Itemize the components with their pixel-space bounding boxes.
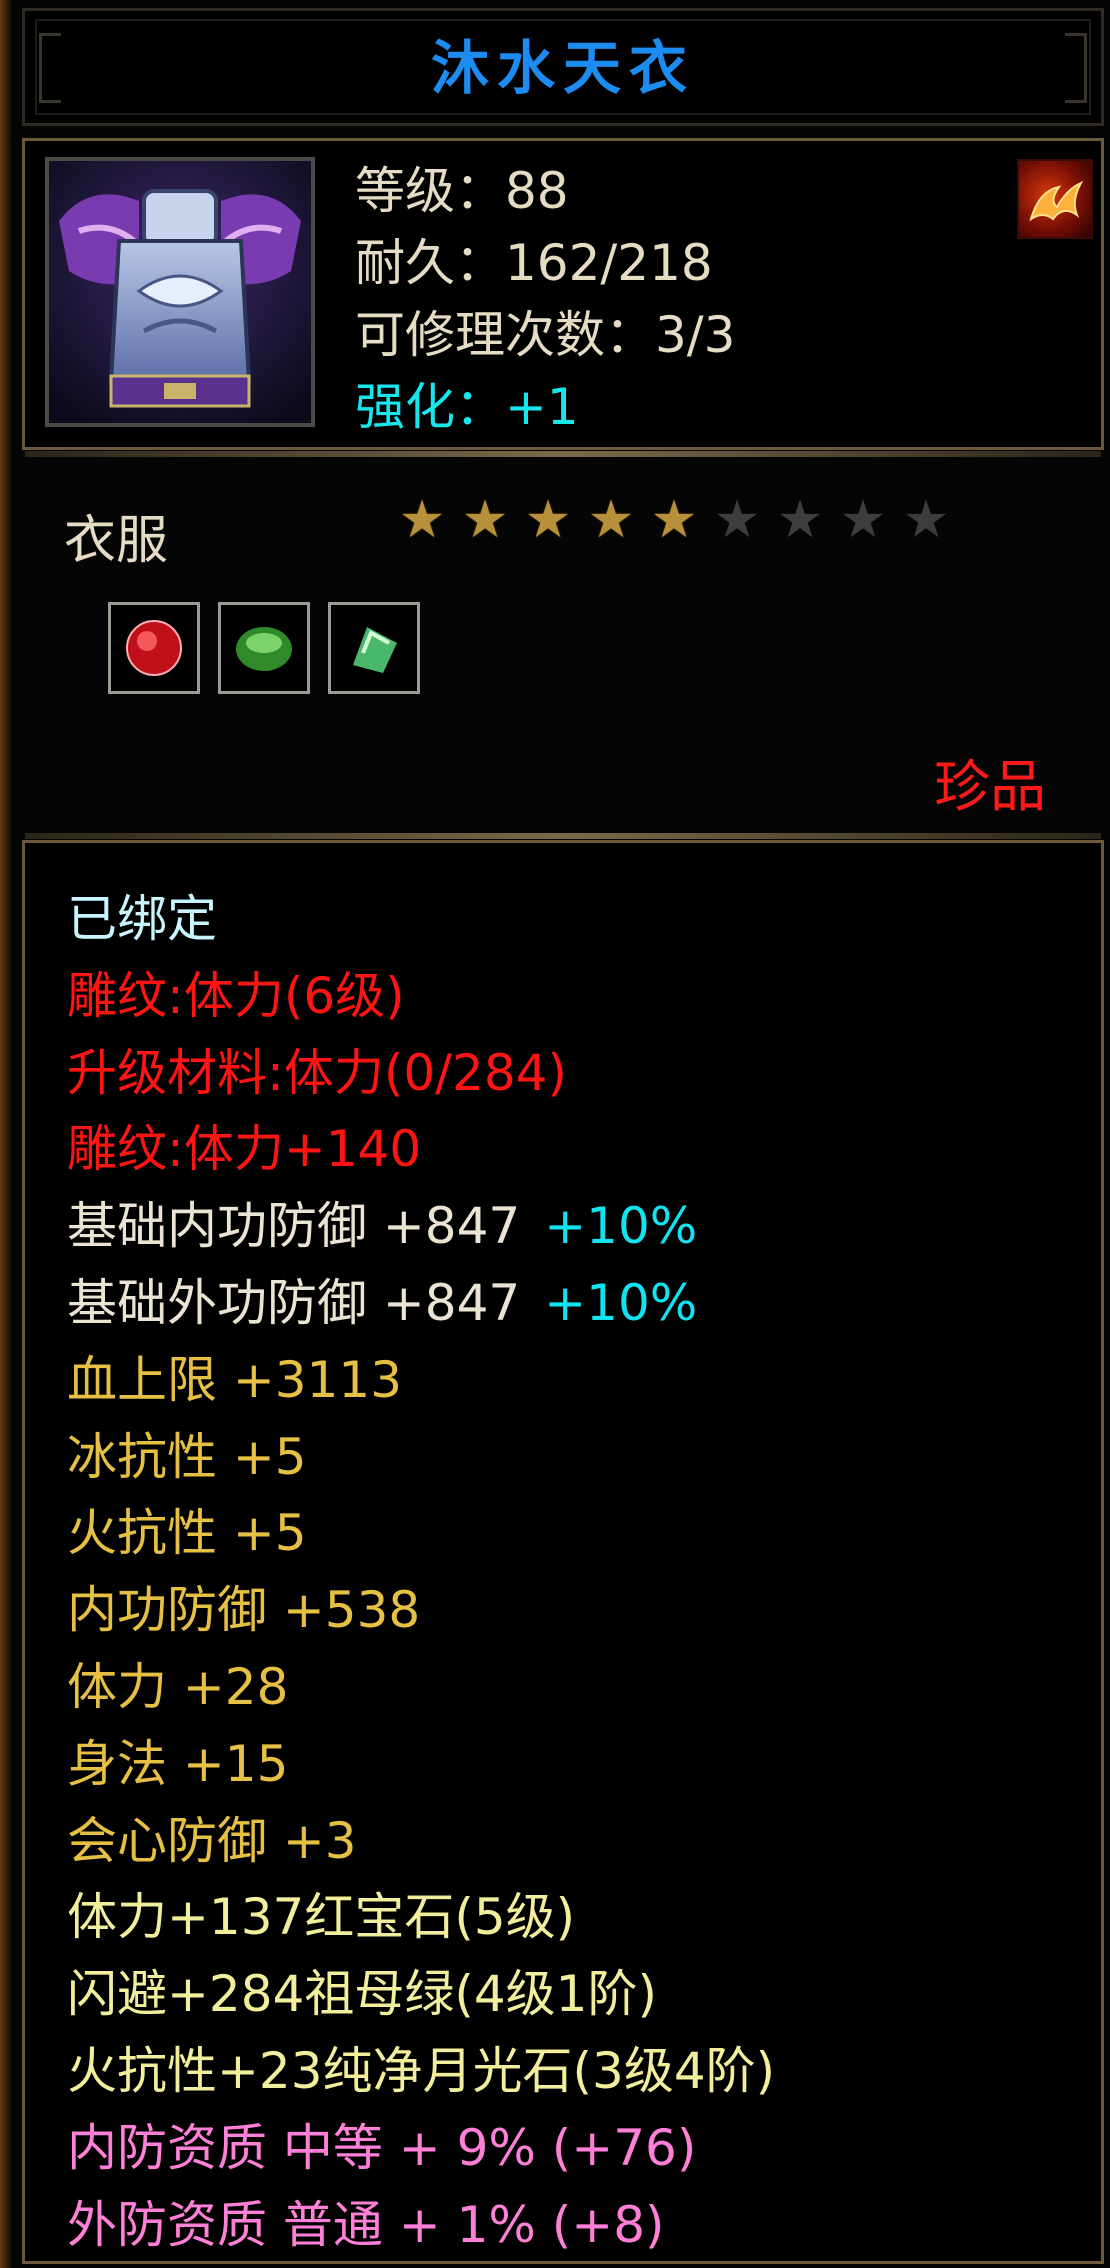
star-filled-icon: ★	[461, 490, 509, 550]
header-panel: 等级：88 耐久：162/218 可修理次数：3/3 强化：+1	[22, 138, 1104, 457]
attributes-panel: 已绑定 雕纹:体力(6级) 升级材料:体力(0/284) 雕纹:体力+140 基…	[22, 833, 1104, 2264]
star-empty-icon: ★	[839, 490, 887, 550]
upgrade-material-line: 升级材料:体力(0/284)	[67, 1043, 567, 1102]
bound-status: 已绑定	[67, 890, 217, 948]
star-filled-icon: ★	[524, 490, 572, 550]
emerald-gem-icon[interactable]	[218, 602, 310, 694]
crit-defense-line: 会心防御 +3	[67, 1811, 357, 1870]
item-title: 沐水天衣	[430, 34, 695, 102]
star-rating: ★ ★ ★ ★ ★ ★ ★ ★ ★	[398, 494, 950, 546]
star-empty-icon: ★	[713, 490, 761, 550]
fire-resist-line: 火抗性 +5	[67, 1504, 307, 1563]
star-filled-icon: ★	[398, 490, 446, 550]
left-border	[0, 0, 12, 2268]
moonstone-gem-icon[interactable]	[328, 602, 420, 694]
star-filled-icon: ★	[650, 490, 698, 550]
inner-quality-line: 内防资质 中等 + 9% (+76)	[67, 2118, 697, 2177]
inner-defense-line: 内功防御 +538	[67, 1581, 421, 1640]
star-filled-icon: ★	[587, 490, 635, 550]
outer-defense-percent: +10%	[544, 1273, 698, 1332]
ice-resist-line: 冰抗性 +5	[67, 1427, 307, 1486]
outer-quality-line: 外防资质 普通 + 1% (+8)	[67, 2195, 665, 2254]
item-type-label: 衣服	[64, 511, 169, 571]
inner-defense-base-line: 基础内功防御 +847 +10%	[67, 1188, 775, 1265]
gem-moonstone-line: 火抗性+23纯净月光石(3级4阶)	[67, 2041, 776, 2100]
gem-emerald-line: 闪避+284祖母绿(4级1阶)	[67, 1965, 657, 2024]
engrave-line: 雕纹:体力(6级)	[67, 966, 405, 1025]
gem-ruby-line: 体力+137红宝石(5级)	[67, 1888, 576, 1947]
repair-count-text: 可修理次数：3/3	[355, 306, 736, 364]
inner-defense-percent: +10%	[544, 1197, 698, 1256]
engrave-bonus-line: 雕纹:体力+140	[67, 1120, 422, 1179]
armor-portrait-icon	[45, 157, 315, 427]
ruby-gem-icon[interactable]	[108, 602, 200, 694]
enhance-text: 强化：+1	[355, 378, 579, 436]
hp-line: 血上限 +3113	[67, 1350, 403, 1409]
outer-defense-base-line: 基础外功防御 +847 +10%	[67, 1265, 775, 1342]
gem-slots	[108, 602, 420, 694]
durability-text: 耐久：162/218	[355, 234, 713, 292]
item-stats: 等级：88 耐久：162/218 可修理次数：3/3 强化：+1	[355, 155, 735, 443]
outer-defense-base-value: 基础外功防御 +847	[67, 1273, 521, 1332]
rarity-label: 珍品	[934, 755, 1046, 820]
star-empty-icon: ★	[776, 490, 824, 550]
level-text: 等级：88	[355, 162, 569, 220]
title-bar: 沐水天衣	[22, 8, 1104, 126]
star-empty-icon: ★	[902, 490, 950, 550]
fire-rune-icon	[1017, 159, 1093, 239]
item-tooltip: 沐水天衣 等级：88 耐久：162/218 可修理次数：3/3 强化：+1 衣服…	[0, 0, 1110, 2268]
inner-defense-base-value: 基础内功防御 +847	[67, 1197, 521, 1256]
agility-line: 身法 +15	[67, 1734, 289, 1793]
attribute-list: 已绑定 雕纹:体力(6级) 升级材料:体力(0/284) 雕纹:体力+140 基…	[67, 881, 775, 2263]
stamina-line: 体力 +28	[67, 1657, 289, 1716]
